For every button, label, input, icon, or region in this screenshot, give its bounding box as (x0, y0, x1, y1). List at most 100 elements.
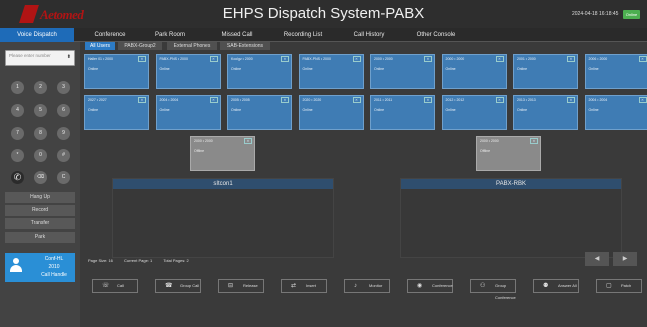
group-panel-pabx-rbk[interactable]: PABX-RBK (400, 178, 622, 258)
group-conference-icon: ⚇ (480, 283, 486, 289)
extension-card[interactable]: Koolgz • 2000 ✕ Online (227, 54, 292, 89)
key-6[interactable]: 6 (57, 104, 70, 117)
extension-status: Online (445, 67, 456, 71)
close-icon[interactable]: ✕ (638, 97, 647, 103)
extension-status: Online (588, 108, 599, 112)
delete-button[interactable]: ⌫ (34, 171, 47, 184)
extension-status: Online (302, 108, 313, 112)
call-button[interactable]: ☏ Call (92, 279, 138, 293)
prev-page-button[interactable]: ◀ (585, 252, 609, 266)
key-star[interactable]: * (11, 149, 24, 162)
extension-card[interactable]: 2000 • 2000 ✕ Online (441, 54, 507, 89)
key-2[interactable]: 2 (34, 81, 47, 94)
extension-card[interactable]: 2006 • 2000 ✕ Online (584, 54, 647, 89)
group-call-button[interactable]: ☎ Group Call (155, 279, 201, 293)
key-4[interactable]: 4 (11, 104, 24, 117)
extension-number: 2004 • 2004 (159, 98, 179, 102)
extension-status: Online (302, 67, 313, 71)
key-hash[interactable]: # (57, 149, 70, 162)
close-icon[interactable]: ✕ (352, 97, 361, 103)
answer-all-button[interactable]: ⚉ Answer All (533, 279, 579, 293)
close-icon[interactable]: ✕ (567, 97, 575, 103)
extension-status: Online (517, 67, 528, 71)
close-icon[interactable]: ✕ (244, 138, 252, 144)
key-7[interactable]: 7 (11, 127, 24, 140)
clear-button[interactable]: C (57, 171, 70, 184)
action-label: Release (243, 283, 258, 288)
close-icon[interactable]: ✕ (424, 97, 432, 103)
release-button[interactable]: ⊟ Release (218, 279, 264, 293)
record-button[interactable]: Record (5, 205, 75, 216)
tab-park-room[interactable]: Park Room (142, 28, 198, 42)
transfer-button[interactable]: Transfer (5, 218, 75, 229)
close-icon[interactable]: ✕ (209, 97, 218, 103)
park-button[interactable]: Park (5, 232, 75, 243)
extension-card[interactable]: 2012 • 2012 ✕ Online (441, 95, 507, 130)
extension-card[interactable]: 2020 • 2020 ✕ Online (298, 95, 364, 130)
status-badge[interactable]: Online (623, 10, 640, 19)
extension-card[interactable]: 2004 • 2004 ✕ Online (155, 95, 221, 130)
tab-conference[interactable]: Conference (80, 28, 140, 42)
insert-button[interactable]: ⇄ Insert (281, 279, 327, 293)
subtab-sab-extensions[interactable]: SAB-Extensions (220, 42, 270, 50)
call-button[interactable]: ✆ (11, 171, 24, 184)
patch-button[interactable]: ▢ Patch (596, 279, 642, 293)
hang-up-button[interactable]: Hang Up (5, 192, 75, 203)
key-0[interactable]: 0 (34, 149, 47, 162)
extension-status: Online (374, 108, 385, 112)
tab-voice-dispatch[interactable]: Voice Dispatch (0, 28, 74, 42)
close-icon[interactable]: ✕ (567, 56, 575, 62)
extension-card[interactable]: 2005 • 2005 ✕ Online (227, 95, 292, 130)
number-input[interactable]: Please enter number ⬍ (5, 50, 75, 66)
release-icon: ⊟ (228, 283, 234, 289)
close-icon[interactable]: ✕ (638, 56, 647, 62)
extension-number: 2004 • 2004 (588, 98, 608, 102)
close-icon[interactable]: ✕ (138, 56, 146, 62)
monitor-button[interactable]: ♪ Monitor (344, 279, 390, 293)
next-page-button[interactable]: ▶ (613, 252, 637, 266)
close-icon[interactable]: ✕ (138, 97, 146, 103)
extension-card[interactable]: 2027 • 2027 ✕ Online (84, 95, 149, 130)
extension-card[interactable]: PABX-PNS • 2000 ✕ Online (298, 54, 364, 89)
current-user-card[interactable]: Conf-HL 2010 Call Handle (5, 253, 75, 282)
extension-status: Online (517, 108, 528, 112)
extension-card[interactable]: 2011 • 2011 ✕ Online (370, 95, 435, 130)
close-icon[interactable]: ✕ (495, 97, 504, 103)
action-label: Group Conference (495, 283, 516, 300)
extension-status: Online (588, 67, 599, 71)
extension-number: 2000 • 2000 (374, 57, 393, 61)
close-icon[interactable]: ✕ (495, 56, 504, 62)
subtab-pabx-group2[interactable]: PABX-Group2 (118, 42, 162, 50)
group-panel-sitcon1[interactable]: sItcon1 (112, 178, 334, 258)
spinner-icon[interactable]: ⬍ (67, 55, 71, 60)
key-5[interactable]: 5 (34, 104, 47, 117)
extension-card[interactable]: PABX-PNS • 2000 ✕ Online (155, 54, 221, 89)
extension-card[interactable]: 2004 • 2004 ✕ Online (584, 95, 647, 130)
close-icon[interactable]: ✕ (281, 97, 289, 103)
close-icon[interactable]: ✕ (281, 56, 289, 62)
key-3[interactable]: 3 (57, 81, 70, 94)
close-icon[interactable]: ✕ (209, 56, 218, 62)
extension-card[interactable]: 2001 • 2000 ✕ Online (513, 54, 578, 89)
tab-call-history[interactable]: Call History (338, 28, 400, 42)
subtab-all-users[interactable]: All Users (85, 42, 115, 50)
extension-card[interactable]: 2013 • 2013 ✕ Online (513, 95, 578, 130)
extension-number: 2006 • 2000 (588, 57, 608, 61)
extension-card[interactable]: Haller 01 • 2000 ✕ Online (84, 54, 149, 89)
tab-recording-list[interactable]: Recording List (270, 28, 336, 42)
close-icon[interactable]: ✕ (352, 56, 361, 62)
tab-missed-call[interactable]: Missed Call (208, 28, 266, 42)
key-9[interactable]: 9 (57, 127, 70, 140)
header-bar: Aetomed EHPS Dispatch System-PABX 2024-0… (0, 0, 647, 28)
extension-card-offline[interactable]: 2000 • 2000 ✕ Offline (476, 136, 541, 171)
subtab-external-phones[interactable]: External Phones (167, 42, 217, 50)
tab-other-console[interactable]: Other Console (404, 28, 468, 42)
close-icon[interactable]: ✕ (530, 138, 538, 144)
extension-card[interactable]: 2000 • 2000 ✕ Online (370, 54, 435, 89)
close-icon[interactable]: ✕ (424, 56, 432, 62)
group-conference-button[interactable]: ⚇ Group Conference (470, 279, 516, 300)
key-1[interactable]: 1 (11, 81, 24, 94)
conference-button[interactable]: ◉ Conference (407, 279, 453, 293)
key-8[interactable]: 8 (34, 127, 47, 140)
extension-card-offline[interactable]: 2000 • 2000 ✕ Offline (190, 136, 255, 171)
